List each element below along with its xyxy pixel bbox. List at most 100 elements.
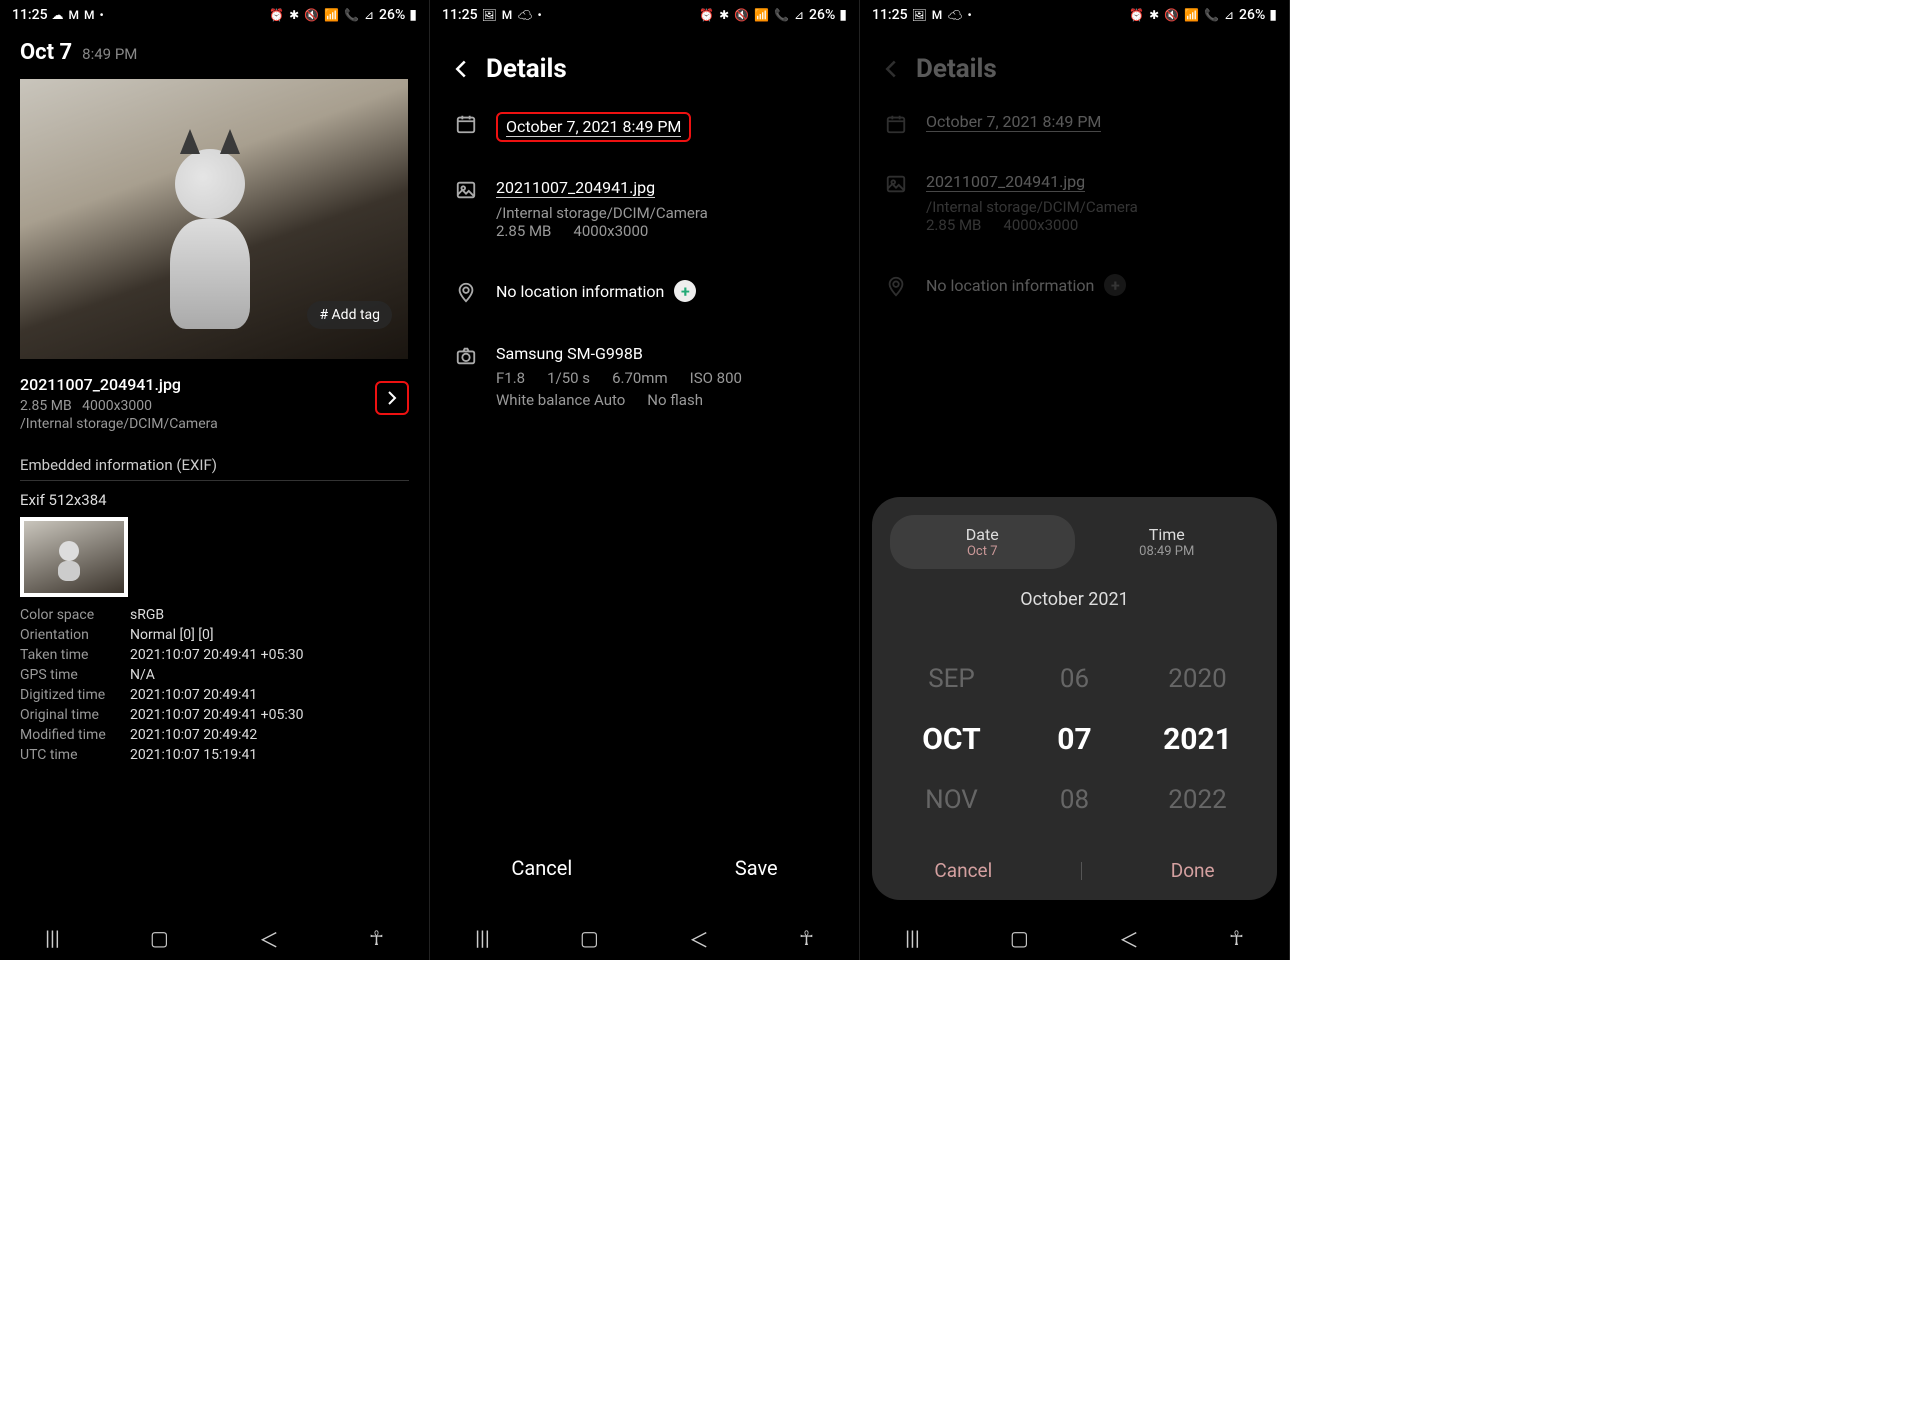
chevron-left-icon — [454, 59, 468, 79]
nav-home-icon[interactable]: ▢ — [580, 926, 599, 950]
details-header: Details — [430, 30, 859, 94]
photo-preview[interactable]: # Add tag — [20, 79, 408, 359]
file-path: /Internal storage/DCIM/Camera — [20, 416, 409, 432]
cam-wb: White balance Auto — [496, 391, 625, 409]
nav-accessibility-icon[interactable]: ☥ — [799, 926, 814, 950]
image-icon — [454, 178, 478, 202]
nav-bar: ||| ▢ ＜ ☥ — [0, 916, 429, 960]
detail-date-row[interactable]: October 7, 2021 8:49 PM — [430, 94, 859, 160]
tab-date[interactable]: Date Oct 7 — [890, 515, 1075, 569]
status-icons-right: ⏰ ✱ 🔇 📶 📞 ⊿ — [1129, 8, 1235, 22]
chevron-left-icon — [884, 59, 898, 79]
details-arrow-button[interactable] — [375, 381, 409, 415]
nav-home-icon[interactable]: ▢ — [1010, 926, 1029, 950]
nav-back-icon[interactable]: ＜ — [689, 924, 709, 953]
exif-row: Color spacesRGB — [20, 607, 409, 623]
add-location-button: + — [1104, 274, 1126, 296]
cam-shutter: 1/50 s — [547, 369, 590, 387]
cam-flash: No flash — [647, 391, 703, 409]
date-spinner[interactable]: SEP OCT NOV 06 07 08 2020 2021 2022 — [890, 650, 1259, 829]
exif-key: GPS time — [20, 667, 130, 683]
details-title: Details — [916, 54, 997, 84]
detail-camera-row: Samsung SM-G998B F1.8 1/50 s 6.70mm ISO … — [430, 326, 859, 431]
status-bar: 11:25🖼 M ☁ • ⏰ ✱ 🔇 📶 📞 ⊿26%▮ — [860, 0, 1289, 30]
exif-value: sRGB — [130, 607, 164, 623]
nav-recents-icon[interactable]: ||| — [905, 926, 920, 950]
chevron-right-icon — [387, 390, 397, 406]
filename-value[interactable]: 20211007_204941.jpg — [496, 178, 655, 198]
exif-key: Color space — [20, 607, 130, 623]
tab-time[interactable]: Time 08:49 PM — [1075, 515, 1260, 569]
nav-bar: ||| ▢ ＜ ☥ — [430, 916, 859, 960]
nav-accessibility-icon[interactable]: ☥ — [369, 926, 384, 950]
exif-row: UTC time2021:10:07 15:19:41 — [20, 747, 409, 763]
picker-month-header[interactable]: October 2021 — [890, 589, 1259, 610]
exif-thumbnail — [20, 517, 128, 597]
back-button[interactable] — [454, 59, 468, 79]
picker-done-button[interactable]: Done — [1171, 859, 1215, 882]
nav-back-icon[interactable]: ＜ — [1119, 924, 1139, 953]
nav-bar: ||| ▢ ＜ ☥ — [860, 916, 1289, 960]
battery-icon: ▮ — [1269, 7, 1277, 23]
spinner-day[interactable]: 06 07 08 — [1030, 650, 1120, 829]
status-bar: 11:25☁ M M • ⏰ ✱ 🔇 📶 📞 ⊿26%▮ — [0, 0, 429, 30]
exif-value: 2021:10:07 15:19:41 — [130, 747, 257, 763]
cam-iso: ISO 800 — [690, 369, 742, 387]
calendar-icon — [454, 112, 478, 136]
calendar-icon — [884, 112, 908, 136]
exif-row: Digitized time2021:10:07 20:49:41 — [20, 687, 409, 703]
spinner-year[interactable]: 2020 2021 2022 — [1153, 650, 1243, 829]
exif-key: Modified time — [20, 727, 130, 743]
phone-3-datepicker: 11:25🖼 M ☁ • ⏰ ✱ 🔇 📶 📞 ⊿26%▮ Details Oct… — [860, 0, 1290, 960]
status-icons-left: 🖼 M ☁ • — [482, 8, 543, 22]
back-button — [884, 59, 898, 79]
exif-row: Original time2021:10:07 20:49:41 +05:30 — [20, 707, 409, 723]
device-model: Samsung SM-G998B — [496, 344, 835, 363]
picker-tabs: Date Oct 7 Time 08:49 PM — [890, 515, 1259, 569]
cam-focal: 6.70mm — [612, 369, 668, 387]
status-bar: 11:25🖼 M ☁ • ⏰ ✱ 🔇 📶 📞 ⊿26%▮ — [430, 0, 859, 30]
battery-icon: ▮ — [409, 7, 417, 23]
status-battery: 26% — [809, 7, 835, 23]
action-buttons: Cancel Save — [430, 856, 859, 880]
filesize-value: 2.85 MB — [496, 222, 551, 240]
exif-row: OrientationNormal [0] [0] — [20, 627, 409, 643]
picker-actions: Cancel Done — [890, 859, 1259, 882]
status-icons-right: ⏰ ✱ 🔇 📶 📞 ⊿ — [269, 8, 375, 22]
battery-icon: ▮ — [839, 7, 847, 23]
spinner-month[interactable]: SEP OCT NOV — [907, 650, 997, 829]
exif-value: 2021:10:07 20:49:41 — [130, 687, 257, 703]
detail-location-row[interactable]: No location information + — [430, 262, 859, 326]
exif-value: 2021:10:07 20:49:41 +05:30 — [130, 707, 303, 723]
exif-dimensions: Exif 512x384 — [20, 491, 409, 509]
nav-home-icon[interactable]: ▢ — [150, 926, 169, 950]
nav-recents-icon[interactable]: ||| — [45, 926, 60, 950]
exif-value: Normal [0] [0] — [130, 627, 214, 643]
filedims-value: 4000x3000 — [573, 222, 648, 240]
add-tag-button[interactable]: # Add tag — [307, 301, 392, 329]
status-icons-left: ☁ M M • — [52, 8, 105, 22]
exif-key: Taken time — [20, 647, 130, 663]
cancel-button[interactable]: Cancel — [511, 856, 572, 880]
detail-file-row: 20211007_204941.jpg /Internal storage/DC… — [430, 160, 859, 262]
nav-back-icon[interactable]: ＜ — [259, 924, 279, 953]
dimmed-background: Details October 7, 2021 8:49 PM 20211007… — [860, 30, 1289, 320]
exif-row: Taken time2021:10:07 20:49:41 +05:30 — [20, 647, 409, 663]
divider — [1081, 862, 1082, 880]
photo-date-header: Oct 7 8:49 PM — [0, 30, 429, 71]
save-button[interactable]: Save — [735, 856, 778, 880]
nav-recents-icon[interactable]: ||| — [475, 926, 490, 950]
add-location-button[interactable]: + — [674, 280, 696, 302]
date-picker-sheet: Date Oct 7 Time 08:49 PM October 2021 SE… — [872, 497, 1277, 900]
status-time: 11:25 — [442, 7, 478, 23]
picker-cancel-button[interactable]: Cancel — [934, 859, 992, 882]
file-info-block: 20211007_204941.jpg 2.85 MB 4000x3000 /I… — [0, 367, 429, 440]
status-time: 11:25 — [872, 7, 908, 23]
phone-1-gallery-info: 11:25☁ M M • ⏰ ✱ 🔇 📶 📞 ⊿26%▮ Oct 7 8:49 … — [0, 0, 430, 960]
image-icon — [884, 172, 908, 196]
nav-accessibility-icon[interactable]: ☥ — [1229, 926, 1244, 950]
status-battery: 26% — [379, 7, 405, 23]
date-value: October 7, 2021 8:49 PM — [506, 117, 681, 137]
location-pin-icon — [454, 280, 478, 304]
filename-value: 20211007_204941.jpg — [926, 172, 1085, 192]
